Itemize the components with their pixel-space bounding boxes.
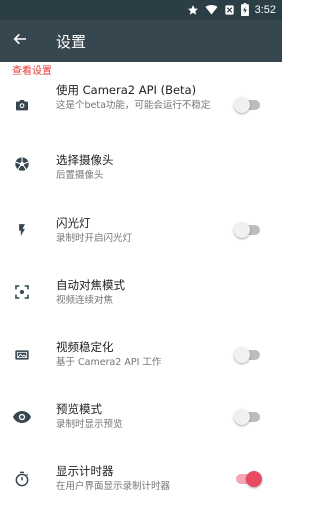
camera2-api-toggle[interactable] bbox=[234, 97, 262, 113]
setting-show-timer[interactable]: 显示计时器 在用户界面显示录制计时器 bbox=[0, 449, 282, 509]
flash-icon bbox=[12, 220, 32, 240]
aperture-icon bbox=[12, 154, 32, 174]
setting-title: 选择摄像头 bbox=[56, 153, 114, 167]
page-title: 设置 bbox=[56, 33, 87, 51]
center-focus-icon bbox=[12, 282, 32, 302]
setting-camera2-api[interactable]: 使用 Camera2 API (Beta) 这是个beta功能，可能会运行不稳定 bbox=[0, 75, 282, 135]
status-bar: 3:52 bbox=[0, 0, 282, 20]
back-button[interactable] bbox=[8, 29, 32, 53]
setting-title: 自动对焦模式 bbox=[56, 278, 125, 292]
status-icons: 3:52 bbox=[187, 2, 276, 18]
setting-summary: 录制时开启闪光灯 bbox=[56, 233, 133, 244]
setting-summary: 在用户界面显示录制计时器 bbox=[56, 481, 171, 492]
flash-toggle[interactable] bbox=[234, 222, 262, 238]
preview-toggle[interactable] bbox=[234, 409, 262, 425]
star-icon bbox=[187, 1, 199, 20]
setting-select-camera[interactable]: 选择摄像头 后置摄像头 bbox=[0, 135, 282, 195]
setting-summary: 后置摄像头 bbox=[56, 170, 104, 181]
setting-title: 预览模式 bbox=[56, 402, 102, 416]
timer-icon bbox=[12, 469, 32, 489]
setting-title: 显示计时器 bbox=[56, 464, 114, 478]
setting-summary: 基于 Camera2 API 工作 bbox=[56, 357, 162, 368]
eye-icon bbox=[12, 407, 32, 427]
mute-icon bbox=[224, 1, 235, 20]
timer-toggle[interactable] bbox=[234, 471, 262, 487]
stabilization-icon bbox=[12, 345, 32, 365]
setting-preview-mode[interactable]: 预览模式 录制时显示预览 bbox=[0, 387, 282, 447]
camera-icon bbox=[12, 95, 32, 115]
battery-charging-icon bbox=[240, 1, 249, 20]
arrow-back-icon bbox=[12, 31, 28, 51]
app-bar: 设置 bbox=[0, 20, 282, 62]
wifi-icon bbox=[205, 1, 218, 20]
setting-autofocus[interactable]: 自动对焦模式 视频连续对焦 bbox=[0, 263, 282, 323]
setting-summary: 这是个beta功能，可能会运行不稳定 bbox=[56, 100, 211, 111]
setting-video-stabilization[interactable]: 视频稳定化 基于 Camera2 API 工作 bbox=[0, 325, 282, 385]
setting-summary: 录制时显示预览 bbox=[56, 419, 123, 430]
status-time: 3:52 bbox=[254, 4, 276, 16]
setting-flash[interactable]: 闪光灯 录制时开启闪光灯 bbox=[0, 200, 282, 260]
setting-title: 使用 Camera2 API (Beta) bbox=[56, 83, 197, 97]
setting-title: 闪光灯 bbox=[56, 216, 91, 230]
stabilization-toggle[interactable] bbox=[234, 347, 262, 363]
setting-title: 视频稳定化 bbox=[56, 340, 114, 354]
setting-summary: 视频连续对焦 bbox=[56, 295, 114, 306]
